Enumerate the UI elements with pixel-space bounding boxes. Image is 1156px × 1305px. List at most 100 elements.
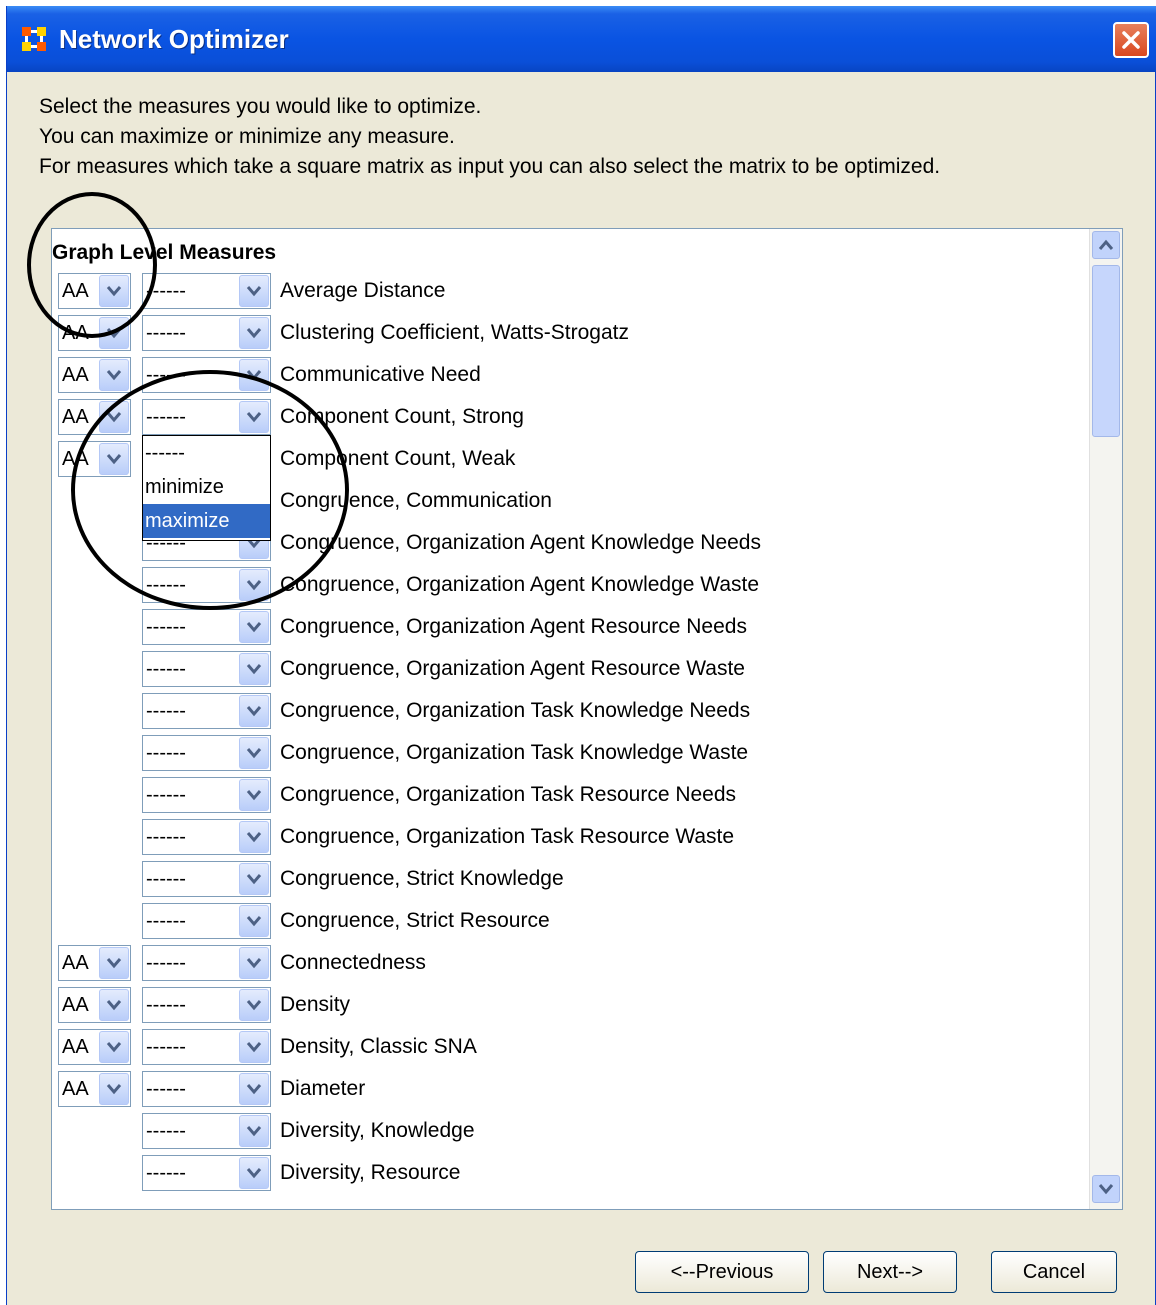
close-button[interactable] <box>1113 22 1149 58</box>
dropdown-arrow-button[interactable] <box>99 1031 129 1063</box>
next-button[interactable]: Next--> <box>823 1251 957 1293</box>
goal-value: ------ <box>146 1036 186 1058</box>
goal-value: ------ <box>146 868 186 890</box>
dropdown-arrow-button[interactable] <box>99 443 129 475</box>
goal-value: ------ <box>146 952 186 974</box>
scroll-thumb[interactable] <box>1092 265 1120 437</box>
dropdown-arrow-button[interactable] <box>239 779 269 811</box>
goal-select[interactable]: ------ <box>142 861 271 897</box>
dropdown-arrow-button[interactable] <box>239 1115 269 1147</box>
matrix-select[interactable]: AA <box>58 945 131 981</box>
app-icon <box>22 27 46 51</box>
goal-select[interactable]: ------ <box>142 567 271 603</box>
dropdown-arrow-button[interactable] <box>239 947 269 979</box>
measure-label: Connectedness <box>280 951 426 974</box>
matrix-select[interactable]: AA <box>58 273 131 309</box>
dropdown-option-minimize[interactable]: minimize <box>143 470 270 504</box>
measure-label: Average Distance <box>280 279 446 302</box>
measure-row: ------ Congruence, Organization Task Know… <box>52 735 1082 771</box>
previous-button[interactable]: <--Previous <box>635 1251 809 1293</box>
dropdown-arrow-button[interactable] <box>239 863 269 895</box>
goal-select[interactable]: ------ <box>142 819 271 855</box>
dropdown-arrow-button[interactable] <box>239 569 269 601</box>
chevron-down-icon <box>246 706 262 717</box>
measure-label: Communicative Need <box>280 363 481 386</box>
dropdown-arrow-button[interactable] <box>99 989 129 1021</box>
measure-label: Congruence, Strict Resource <box>280 909 550 932</box>
dropdown-arrow-button[interactable] <box>99 401 129 433</box>
dropdown-arrow-button[interactable] <box>99 317 129 349</box>
matrix-select[interactable]: AA <box>58 315 131 351</box>
dropdown-arrow-button[interactable] <box>99 359 129 391</box>
goal-select[interactable]: ------ <box>142 651 271 687</box>
scroll-up-button[interactable] <box>1092 231 1120 259</box>
measure-row: ------ Congruence, Organization Agent Res… <box>52 651 1082 687</box>
goal-select[interactable]: ------ <box>142 987 271 1023</box>
dropdown-option-none[interactable]: ------ <box>143 436 270 470</box>
dropdown-arrow-button[interactable] <box>99 1073 129 1105</box>
dropdown-arrow-button[interactable] <box>239 905 269 937</box>
goal-select[interactable]: ------ <box>142 735 271 771</box>
dropdown-arrow-button[interactable] <box>239 989 269 1021</box>
goal-select[interactable]: ------ <box>142 1113 271 1149</box>
vertical-scrollbar[interactable] <box>1089 229 1122 1209</box>
matrix-select[interactable]: AA <box>58 1029 131 1065</box>
goal-select[interactable]: ------ <box>142 777 271 813</box>
matrix-select[interactable]: AA <box>58 441 131 477</box>
dropdown-arrow-button[interactable] <box>239 737 269 769</box>
matrix-select[interactable]: AA <box>58 399 131 435</box>
goal-select[interactable]: ------ <box>142 273 271 309</box>
goal-select[interactable]: ------ <box>142 315 271 351</box>
goal-select[interactable]: ------ <box>142 1155 271 1191</box>
goal-select[interactable]: ------ <box>142 609 271 645</box>
title-bar[interactable]: Network Optimizer <box>7 6 1156 72</box>
goal-value: ------ <box>146 1120 186 1142</box>
dropdown-arrow-button[interactable] <box>239 1073 269 1105</box>
scroll-down-button[interactable] <box>1092 1175 1120 1203</box>
dropdown-arrow-button[interactable] <box>99 275 129 307</box>
goal-value: ------ <box>146 742 186 764</box>
measure-row: AA ------ Diameter <box>52 1071 1082 1107</box>
dropdown-arrow-button[interactable] <box>239 695 269 727</box>
dropdown-arrow-button[interactable] <box>239 275 269 307</box>
dropdown-arrow-button[interactable] <box>239 821 269 853</box>
dropdown-arrow-button[interactable] <box>239 1031 269 1063</box>
goal-select[interactable]: ------ <box>142 693 271 729</box>
chevron-down-icon <box>1098 1184 1114 1195</box>
measure-label: Congruence, Strict Knowledge <box>280 867 564 890</box>
goal-select[interactable]: ------ <box>142 399 271 435</box>
chevron-down-icon <box>106 1084 122 1095</box>
chevron-down-icon <box>246 958 262 969</box>
measure-row: AA ------ Average Distance <box>52 273 1082 309</box>
chevron-down-icon <box>246 1042 262 1053</box>
matrix-select[interactable]: AA <box>58 357 131 393</box>
chevron-down-icon <box>106 958 122 969</box>
measure-label: Congruence, Organization Agent Knowledge… <box>280 531 761 554</box>
dropdown-arrow-button[interactable] <box>239 1157 269 1189</box>
chevron-down-icon <box>246 328 262 339</box>
goal-select[interactable]: ------ <box>142 945 271 981</box>
matrix-value: AA <box>62 364 89 386</box>
dropdown-option-maximize[interactable]: maximize <box>143 504 270 538</box>
cancel-button[interactable]: Cancel <box>991 1251 1117 1293</box>
goal-select[interactable]: ------ <box>142 1071 271 1107</box>
dropdown-arrow-button[interactable] <box>239 401 269 433</box>
chevron-down-icon <box>246 622 262 633</box>
dropdown-arrow-button[interactable] <box>239 317 269 349</box>
measure-row: AA ------ Connectedness <box>52 945 1082 981</box>
dropdown-arrow-button[interactable] <box>239 359 269 391</box>
measures-panel: Graph Level Measures AA ------ Average Dis… <box>51 228 1123 1210</box>
matrix-select[interactable]: AA <box>58 1071 131 1107</box>
measure-row: ------ Congruence, Organization Task Reso… <box>52 819 1082 855</box>
matrix-value: AA <box>62 1036 89 1058</box>
goal-select[interactable]: ------ <box>142 903 271 939</box>
goal-value: ------ <box>146 700 186 722</box>
matrix-select[interactable]: AA <box>58 987 131 1023</box>
matrix-value: AA <box>62 952 89 974</box>
dropdown-arrow-button[interactable] <box>99 947 129 979</box>
chevron-down-icon <box>246 832 262 843</box>
goal-select[interactable]: ------ <box>142 357 271 393</box>
goal-select[interactable]: ------ <box>142 1029 271 1065</box>
dropdown-arrow-button[interactable] <box>239 653 269 685</box>
dropdown-arrow-button[interactable] <box>239 611 269 643</box>
